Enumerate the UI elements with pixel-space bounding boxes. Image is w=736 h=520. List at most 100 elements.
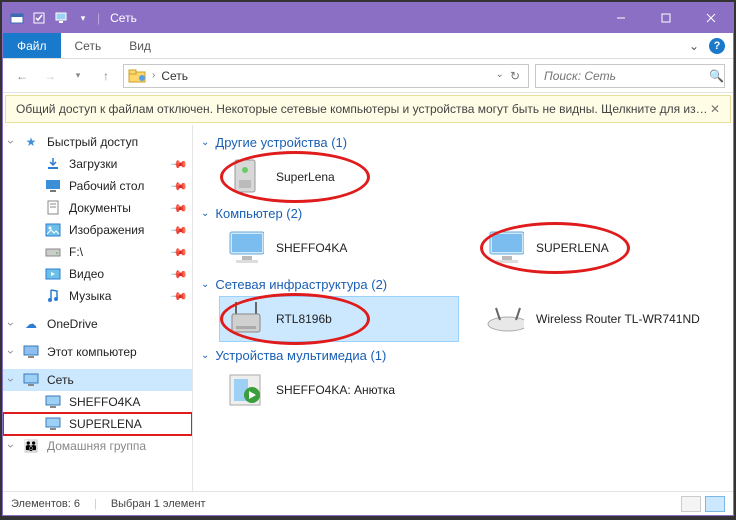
network-child-label: SHEFFO4KA bbox=[69, 395, 140, 409]
chevron-down-icon: ⌄ bbox=[201, 137, 209, 148]
group-header[interactable]: ⌄Компьютер (2) bbox=[201, 206, 725, 221]
titlebar[interactable]: ▾ | Сеть bbox=[3, 3, 733, 33]
item-label: SUPERLENA bbox=[536, 241, 609, 255]
minimize-button[interactable] bbox=[598, 3, 643, 33]
qat-properties-icon[interactable] bbox=[31, 10, 47, 26]
pc-icon bbox=[226, 229, 264, 267]
network-item[interactable]: RTL8196b bbox=[219, 296, 459, 342]
group-header[interactable]: ⌄Сетевая инфраструктура (2) bbox=[201, 277, 725, 292]
item-label: SuperLena bbox=[276, 170, 335, 184]
divider: | bbox=[94, 498, 97, 510]
chevron-down-icon: ⌄ bbox=[201, 208, 209, 219]
breadcrumb-sep[interactable]: › bbox=[152, 70, 155, 81]
this-pc[interactable]: Этот компьютер bbox=[3, 341, 192, 363]
pc-icon bbox=[486, 229, 524, 267]
refresh-icon[interactable]: ↻ bbox=[510, 69, 520, 83]
forward-button[interactable]: → bbox=[39, 65, 61, 87]
window-title: Сеть bbox=[106, 11, 598, 25]
quick-access-item-label: Рабочий стол bbox=[69, 179, 144, 193]
pin-icon: 📌 bbox=[170, 199, 189, 218]
ribbon-expand-icon[interactable]: ⌄ bbox=[689, 39, 699, 53]
quick-access-item[interactable]: Рабочий стол📌 bbox=[3, 175, 192, 197]
homegroup-icon: 👪 bbox=[23, 438, 39, 454]
network-child-label: SUPERLENA bbox=[69, 417, 142, 431]
network-label: Сеть bbox=[47, 373, 74, 387]
quick-access-item[interactable]: Видео📌 bbox=[3, 263, 192, 285]
tab-file[interactable]: Файл bbox=[3, 33, 61, 58]
quick-access-item[interactable]: Музыка📌 bbox=[3, 285, 192, 307]
network-child[interactable]: SHEFFO4KA bbox=[3, 391, 192, 413]
network-item[interactable]: Wireless Router TL-WR741ND bbox=[479, 296, 719, 342]
quick-access-item[interactable]: F:\📌 bbox=[3, 241, 192, 263]
group-items: SuperLena bbox=[201, 154, 725, 200]
network-node[interactable]: Сеть bbox=[3, 369, 192, 391]
chevron-down-icon: ⌄ bbox=[201, 279, 209, 290]
quick-access-item[interactable]: Изображения📌 bbox=[3, 219, 192, 241]
maximize-button[interactable] bbox=[643, 3, 688, 33]
info-bar-close-icon[interactable]: ✕ bbox=[710, 102, 720, 116]
homegroup-node[interactable]: 👪 Домашняя группа bbox=[3, 435, 192, 457]
system-menu-icon[interactable] bbox=[9, 10, 25, 26]
network-item[interactable]: SHEFFO4KA: Анютка bbox=[219, 367, 459, 413]
tab-view[interactable]: Вид bbox=[115, 33, 165, 58]
up-button[interactable]: ↑ bbox=[95, 65, 117, 87]
item-count: Элементов: 6 bbox=[11, 498, 80, 510]
chevron-down-icon: ⌄ bbox=[201, 350, 209, 361]
view-details-button[interactable] bbox=[681, 496, 701, 512]
group-header[interactable]: ⌄ Другие устройства (1) bbox=[201, 135, 725, 150]
this-pc-label: Этот компьютер bbox=[47, 345, 137, 359]
quick-access-label: Быстрый доступ bbox=[47, 135, 138, 149]
search-input[interactable] bbox=[542, 68, 703, 84]
explorer-window: ▾ | Сеть Файл Сеть Вид ⌄ ? ← → ▾ ↑ › Сет… bbox=[2, 2, 734, 516]
pc-icon bbox=[45, 416, 61, 432]
quick-access-item-label: Загрузки bbox=[69, 157, 117, 171]
address-dropdown-icon[interactable]: ⌄ bbox=[496, 69, 504, 83]
network-item[interactable]: SUPERLENA bbox=[479, 225, 719, 271]
group-items: SHEFFO4KA SUPERLENA bbox=[201, 225, 725, 271]
quick-access[interactable]: ★ Быстрый доступ bbox=[3, 131, 192, 153]
qat-network-icon[interactable] bbox=[53, 10, 69, 26]
router-icon bbox=[226, 300, 264, 338]
quick-access-item[interactable]: Документы 📌 bbox=[3, 197, 192, 219]
star-icon: ★ bbox=[23, 134, 39, 150]
back-button[interactable]: ← bbox=[11, 65, 33, 87]
pin-icon: 📌 bbox=[170, 287, 189, 306]
item-label: SHEFFO4KA bbox=[276, 241, 347, 255]
pin-icon: 📌 bbox=[170, 265, 189, 284]
close-button[interactable] bbox=[688, 3, 733, 33]
nav-pane: ★ Быстрый доступ Загрузки📌Рабочий стол📌Д… bbox=[3, 125, 193, 491]
help-icon[interactable]: ? bbox=[709, 38, 725, 54]
group-title: Другие устройства (1) bbox=[215, 135, 347, 150]
music-icon bbox=[45, 288, 61, 304]
video-icon bbox=[45, 266, 61, 282]
address-bar[interactable]: › Сеть ⌄ ↻ bbox=[123, 64, 529, 88]
network-child[interactable]: SUPERLENA bbox=[3, 413, 192, 435]
network-item[interactable]: SHEFFO4KA bbox=[219, 225, 459, 271]
tab-network[interactable]: Сеть bbox=[61, 33, 116, 58]
network-item[interactable]: SuperLena bbox=[219, 154, 459, 200]
item-label: Wireless Router TL-WR741ND bbox=[536, 312, 700, 326]
info-bar-text: Общий доступ к файлам отключен. Некоторы… bbox=[16, 102, 708, 116]
quick-access-item-label: Документы bbox=[69, 201, 131, 215]
selection-count: Выбран 1 элемент bbox=[111, 498, 206, 510]
search-icon: 🔍 bbox=[709, 69, 724, 83]
qat-dropdown-icon[interactable]: ▾ bbox=[75, 10, 91, 26]
download-icon bbox=[45, 156, 61, 172]
search-box[interactable]: 🔍 bbox=[535, 64, 725, 88]
quick-access-item[interactable]: Загрузки 📌 bbox=[3, 153, 192, 175]
item-label: RTL8196b bbox=[276, 312, 332, 326]
pc-icon bbox=[45, 394, 61, 410]
breadcrumb[interactable]: Сеть bbox=[161, 69, 188, 83]
navigation-bar: ← → ▾ ↑ › Сеть ⌄ ↻ 🔍 bbox=[3, 59, 733, 93]
item-label: SHEFFO4KA: Анютка bbox=[276, 383, 395, 397]
cloud-icon: ☁ bbox=[23, 316, 39, 332]
recent-dropdown-icon[interactable]: ▾ bbox=[67, 65, 89, 87]
group-header[interactable]: ⌄Устройства мультимедиа (1) bbox=[201, 348, 725, 363]
pin-icon: 📌 bbox=[170, 155, 189, 174]
group-items: RTL8196b Wireless Router TL-WR741ND bbox=[201, 296, 725, 342]
ribbon-tabs: Файл Сеть Вид ⌄ ? bbox=[3, 33, 733, 59]
body: ★ Быстрый доступ Загрузки📌Рабочий стол📌Д… bbox=[3, 125, 733, 491]
onedrive[interactable]: ☁ OneDrive bbox=[3, 313, 192, 335]
view-tiles-button[interactable] bbox=[705, 496, 725, 512]
info-bar[interactable]: Общий доступ к файлам отключен. Некоторы… bbox=[5, 95, 731, 123]
